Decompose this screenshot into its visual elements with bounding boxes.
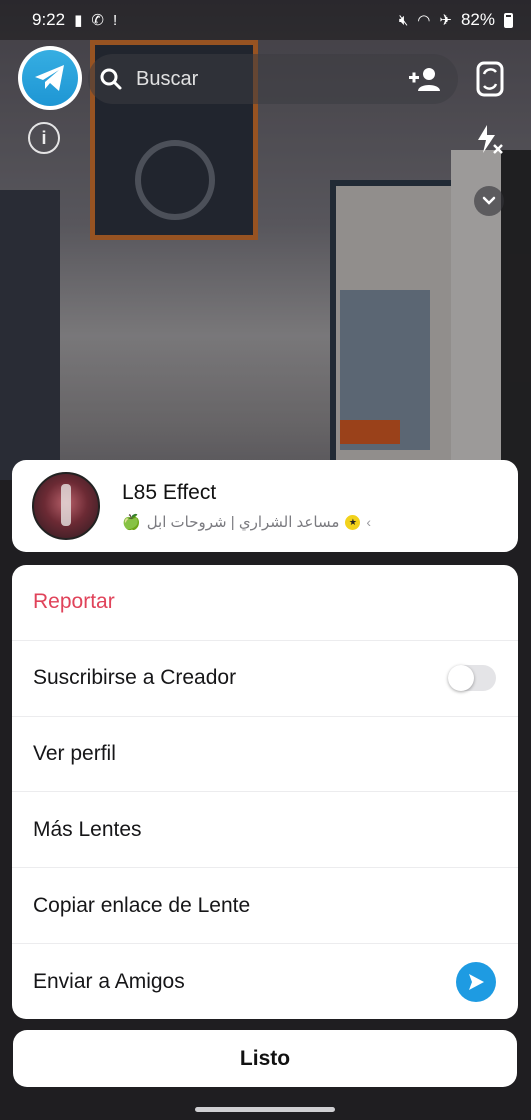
done-button[interactable]: Listo	[13, 1030, 517, 1087]
battery-icon	[504, 12, 513, 28]
green-apple-icon: 🍏	[122, 514, 141, 531]
chevron-down-icon[interactable]	[474, 186, 504, 216]
lens-options-menu: Reportar Suscribirse a Creador Ver perfi…	[12, 565, 518, 1019]
sim-card-icon: ▮	[74, 11, 83, 29]
notification-icon: !	[112, 11, 118, 29]
status-bar: 9:22 ▮ ✆ ! 🔇︎ ◠ ✈ 82%	[0, 0, 531, 40]
paper-plane-icon	[35, 65, 64, 91]
telegram-icon-circle	[22, 50, 78, 106]
menu-item-more-lenses[interactable]: Más Lentes	[12, 792, 518, 869]
flash-off-icon[interactable]	[472, 122, 506, 156]
search-icon	[96, 64, 126, 94]
menu-item-copy-lens-link[interactable]: Copiar enlace de Lente	[12, 868, 518, 944]
menu-item-report[interactable]: Reportar	[12, 565, 518, 641]
menu-item-label: Suscribirse a Creador	[33, 666, 237, 690]
lens-creator-name: مساعد الشراري | شروحات ابل	[146, 514, 340, 531]
toggle-knob	[448, 665, 474, 692]
status-left: 9:22 ▮ ✆ !	[32, 10, 117, 30]
add-friend-icon[interactable]	[406, 64, 442, 94]
lens-info: L85 Effect 🍏 مساعد الشراري | شروحات ابل …	[122, 481, 371, 531]
telegram-icon[interactable]	[18, 46, 82, 110]
lens-header-card[interactable]: L85 Effect 🍏 مساعد الشراري | شروحات ابل …	[12, 460, 518, 552]
menu-item-label: Ver perfil	[33, 741, 116, 765]
menu-item-label: Copiar enlace de Lente	[33, 893, 251, 917]
menu-item-subscribe-creator[interactable]: Suscribirse a Creador	[12, 641, 518, 717]
chevron-left-icon: ‹	[366, 514, 372, 530]
whatsapp-icon: ✆	[91, 11, 104, 29]
status-right: 🔇︎ ◠ ✈ 82%	[399, 10, 513, 30]
flip-camera-icon[interactable]	[470, 58, 510, 100]
lens-name: L85 Effect	[122, 481, 217, 504]
menu-item-label: Reportar	[33, 590, 115, 614]
mute-icon: 🔇︎	[398, 11, 409, 29]
menu-item-label: Más Lentes	[33, 817, 142, 841]
info-icon[interactable]: i	[28, 122, 60, 154]
home-indicator[interactable]	[195, 1107, 335, 1112]
status-time: 9:22	[32, 10, 66, 29]
search-input[interactable]: Buscar	[88, 54, 458, 104]
subscribe-toggle[interactable]	[448, 665, 496, 692]
wifi-icon: ◠	[417, 11, 431, 29]
lens-thumbnail	[32, 472, 100, 540]
airplane-icon: ✈	[439, 11, 452, 29]
menu-item-view-profile[interactable]: Ver perfil	[12, 717, 518, 793]
star-badge-icon: ★	[345, 514, 361, 530]
lens-creator-row[interactable]: 🍏 مساعد الشراري | شروحات ابل ★ ‹	[122, 513, 371, 531]
battery-percent: 82%	[460, 10, 495, 29]
send-arrow-icon[interactable]	[456, 961, 496, 1002]
menu-item-label: Enviar a Amigos	[33, 969, 185, 993]
search-placeholder: Buscar	[136, 67, 199, 90]
menu-item-send-to-friends[interactable]: Enviar a Amigos	[12, 944, 518, 1019]
